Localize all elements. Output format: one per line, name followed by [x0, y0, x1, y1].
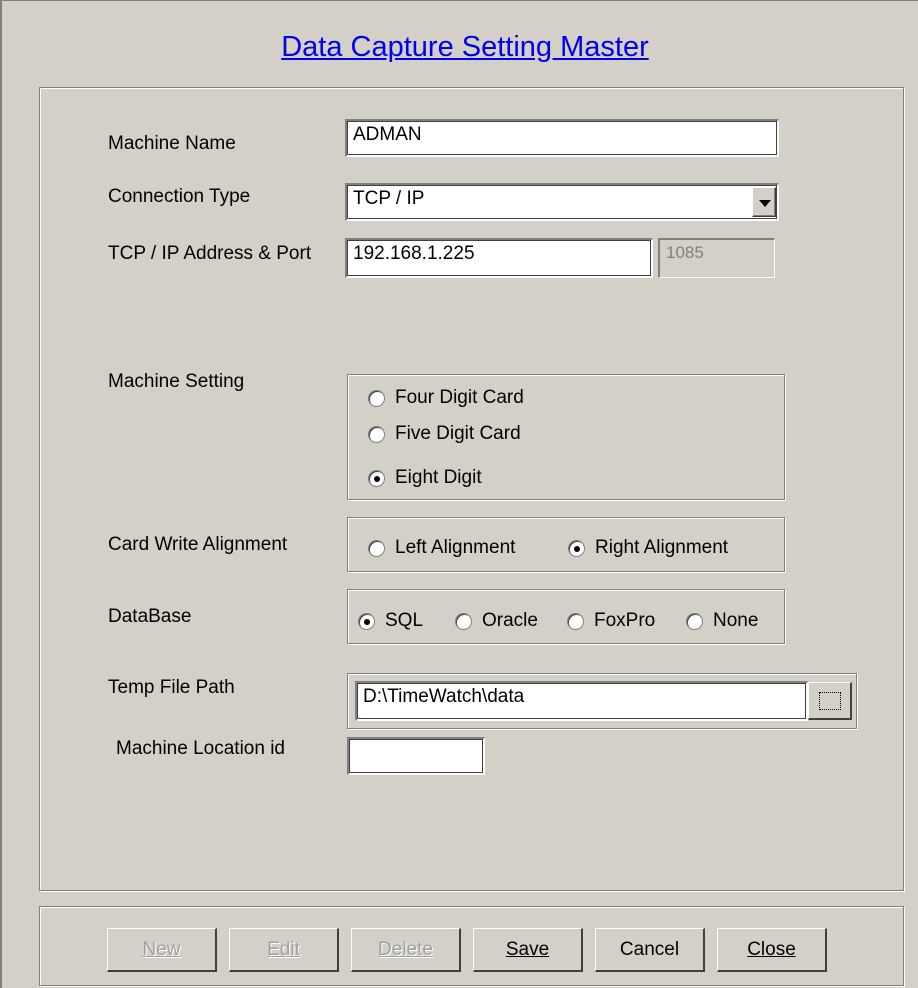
- edit-button-label: Edit: [267, 938, 300, 960]
- ip-address-input[interactable]: 192.168.1.225: [345, 238, 653, 278]
- radio-checked-icon: [568, 539, 585, 557]
- radio-eight-digit[interactable]: Eight Digit: [368, 467, 482, 489]
- radio-label: Left Alignment: [395, 537, 516, 558]
- delete-button-label: Delete: [378, 938, 433, 960]
- save-button-label: Save: [505, 938, 550, 960]
- radio-left-alignment[interactable]: Left Alignment: [368, 537, 515, 559]
- close-button[interactable]: Close: [717, 928, 827, 972]
- dialog-body: Data Capture Setting Master Machine Name…: [12, 11, 918, 987]
- new-button-label: New: [142, 938, 181, 960]
- chevron-down-icon[interactable]: [752, 187, 776, 217]
- machine-setting-label: Machine Setting: [108, 371, 245, 392]
- radio-five-digit-card[interactable]: Five Digit Card: [368, 423, 521, 445]
- machine-name-input[interactable]: ADMAN: [345, 119, 779, 157]
- machine-location-input[interactable]: [347, 737, 485, 775]
- radio-label: Four Digit Card: [395, 387, 524, 408]
- radio-label: FoxPro: [594, 610, 656, 631]
- save-button[interactable]: Save: [473, 928, 583, 972]
- radio-label: Right Alignment: [595, 537, 729, 558]
- port-input: 1085: [658, 238, 775, 278]
- radio-label: Oracle: [482, 610, 538, 631]
- temp-file-path-label: Temp File Path: [108, 677, 235, 698]
- database-label: DataBase: [108, 606, 192, 627]
- edit-button[interactable]: Edit: [229, 928, 339, 972]
- radio-icon: [368, 389, 385, 407]
- radio-icon: [686, 612, 703, 630]
- radio-icon: [455, 612, 472, 630]
- connection-type-label: Connection Type: [108, 186, 251, 207]
- machine-location-label: Machine Location id: [116, 738, 285, 759]
- tcp-ip-label: TCP / IP Address & Port: [108, 243, 312, 264]
- temp-file-path-input[interactable]: D:\TimeWatch\data: [355, 681, 808, 721]
- browse-folder-icon[interactable]: [808, 682, 852, 720]
- delete-button[interactable]: Delete: [351, 928, 461, 972]
- radio-icon: [368, 425, 385, 443]
- radio-label: Five Digit Card: [395, 423, 521, 444]
- radio-four-digit-card[interactable]: Four Digit Card: [368, 387, 524, 409]
- page-title[interactable]: Data Capture Setting Master: [12, 31, 918, 64]
- connection-type-select[interactable]: TCP / IP: [345, 183, 779, 221]
- radio-label: None: [713, 610, 759, 631]
- radio-label: Eight Digit: [395, 467, 482, 488]
- card-write-label: Card Write Alignment: [108, 534, 288, 555]
- dialog-window: Data Capture Setting Master Machine Name…: [0, 0, 918, 988]
- radio-icon: [368, 539, 385, 557]
- new-button[interactable]: New: [107, 928, 217, 972]
- radio-checked-icon: [368, 469, 385, 487]
- radio-icon: [567, 612, 584, 630]
- radio-right-alignment[interactable]: Right Alignment: [568, 537, 728, 559]
- radio-sql[interactable]: SQL: [358, 610, 423, 632]
- radio-foxpro[interactable]: FoxPro: [567, 610, 655, 632]
- radio-oracle[interactable]: Oracle: [455, 610, 538, 632]
- connection-type-value: TCP / IP: [353, 188, 425, 209]
- cancel-button[interactable]: Cancel: [595, 928, 705, 972]
- radio-checked-icon: [358, 612, 375, 630]
- radio-none[interactable]: None: [686, 610, 758, 632]
- radio-label: SQL: [385, 610, 424, 631]
- machine-name-label: Machine Name: [108, 133, 236, 154]
- cancel-button-label: Cancel: [619, 938, 680, 960]
- close-button-label: Close: [747, 938, 796, 960]
